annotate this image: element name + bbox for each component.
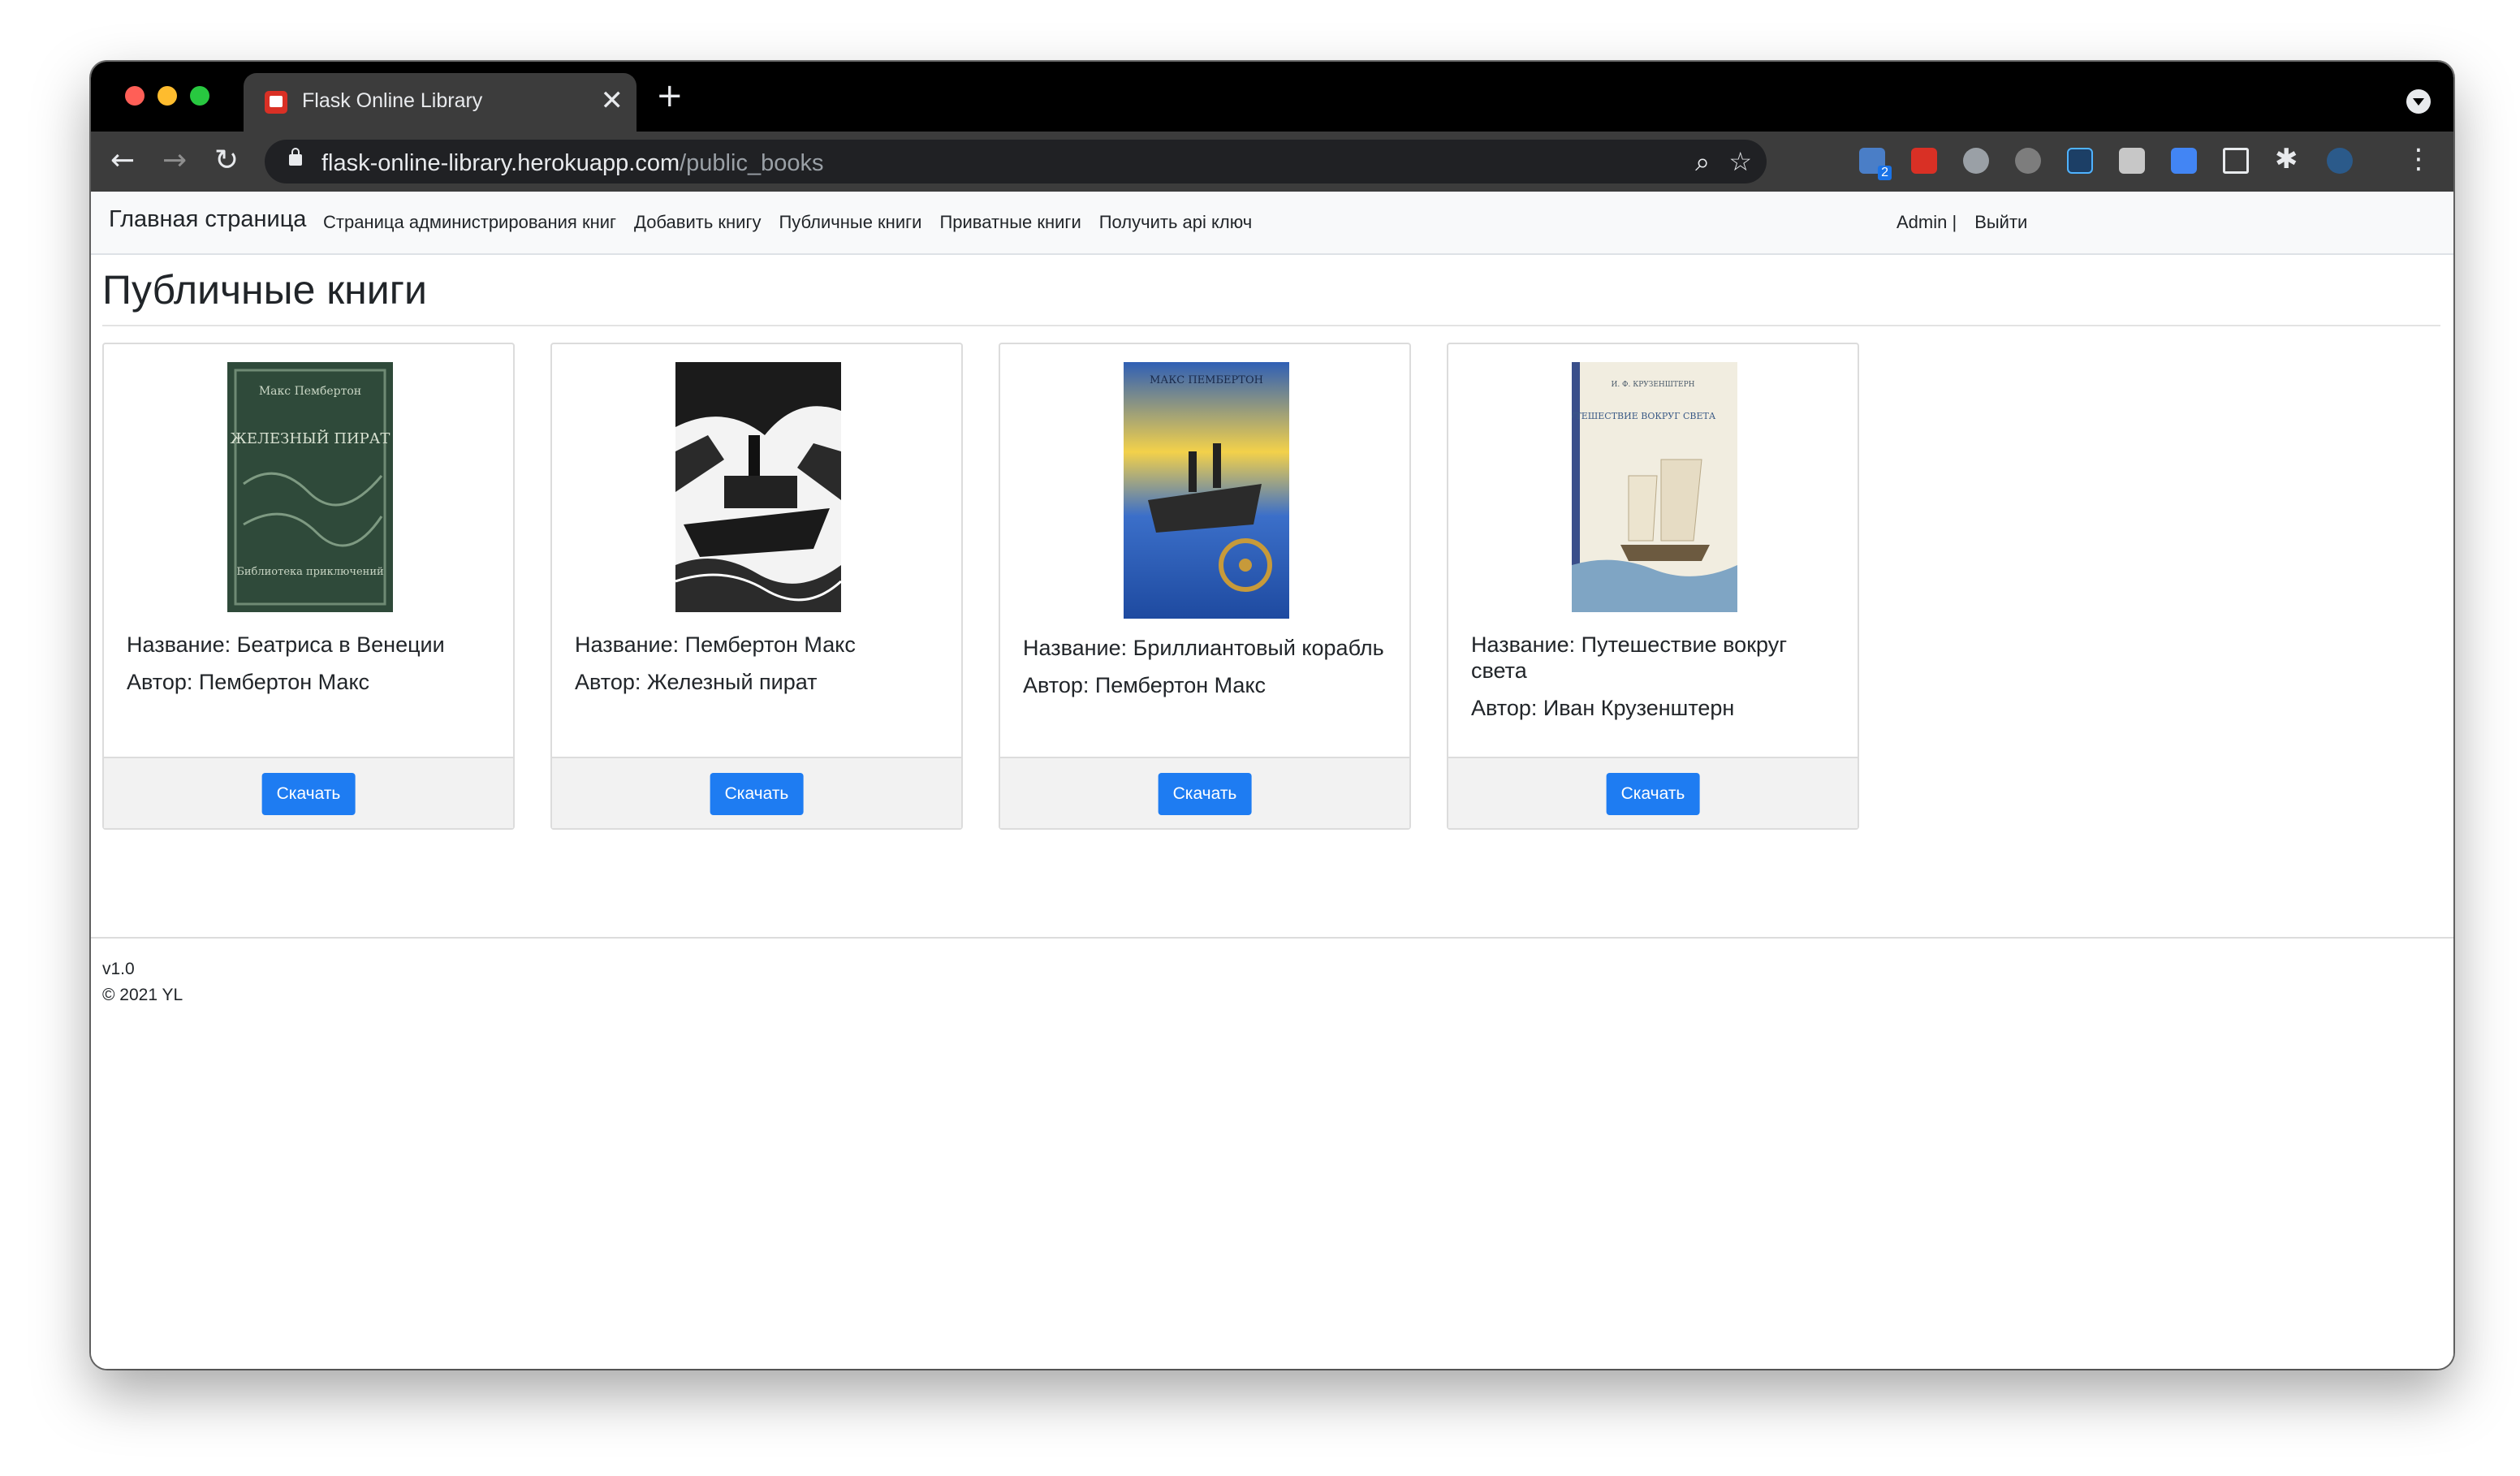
book-title: Название: Бриллиантовый корабль (1023, 636, 1384, 660)
logout-link[interactable]: Выйти (1974, 212, 2027, 233)
url-host: flask-online-library.herokuapp.com (321, 150, 680, 176)
tab-search-icon[interactable] (2406, 89, 2431, 114)
browser-tab[interactable]: Flask Online Library ✕ (244, 73, 636, 132)
window-extension-icon[interactable] (2223, 148, 2249, 174)
cover-main-text: ПУТЕШЕСТВИЕ ВОКРУГ СВЕТА (1572, 411, 1716, 421)
nav-link-api-key[interactable]: Получить api ключ (1099, 212, 1252, 233)
new-tab-button[interactable]: + (656, 80, 684, 112)
kebab-icon[interactable]: ⋮ (2405, 143, 2432, 175)
tab-close-icon[interactable]: ✕ (601, 86, 624, 115)
card-footer: Скачать (552, 757, 961, 828)
book-cover-image: И. Ф. КРУЗЕНШТЕРН ПУТЕШЕСТВИЕ ВОКРУГ СВЕ… (1572, 362, 1737, 612)
cover-bottom-text: Библиотека приключений (236, 566, 383, 578)
cover-art-green: Макс Пембертон ЖЕЛЕЗНЫЙ ПИРАТ Библиотека… (227, 362, 393, 612)
nav-links: Страница администрирования книг Добавить… (323, 212, 1252, 233)
download-button[interactable]: Скачать (1606, 773, 1700, 815)
mail-badge: 2 (1878, 166, 1892, 180)
cover-top-text: Макс Пембертон (259, 385, 361, 398)
book-card: Название: Пембертон Макс Автор: Железный… (550, 343, 963, 830)
book-author: Автор: Пембертон Макс (127, 670, 370, 694)
card-body: Название: Беатриса в Венеции Автор: Пемб… (127, 632, 500, 706)
puzzle-icon[interactable]: ✱ (2275, 143, 2298, 175)
cover-art-engraving (675, 362, 841, 612)
card-footer: Скачать (1000, 757, 1409, 828)
url-path: /public_books (680, 150, 824, 176)
tray-extension-icon[interactable] (2119, 148, 2145, 174)
book-title: Название: Пембертон Макс (575, 632, 856, 657)
lock-icon[interactable] (289, 148, 302, 166)
page-footer: v1.0 © 2021 YL (102, 956, 183, 1008)
page-title: Публичные книги (102, 267, 427, 313)
book-author: Автор: Пембертон Макс (1023, 673, 1266, 697)
address-bar[interactable]: flask-online-library.herokuapp.com/publi… (265, 140, 1767, 183)
face-extension-icon[interactable] (2015, 148, 2041, 174)
site-navbar: Главная страница Страница администрирова… (91, 192, 2453, 255)
brand-link[interactable]: Главная страница (109, 206, 306, 233)
nav-link-admin-books[interactable]: Страница администрирования книг (323, 212, 616, 233)
download-button[interactable]: Скачать (1158, 773, 1252, 815)
title-divider (102, 325, 2440, 326)
cover-art-ship: МАКС ПЕМБЕРТОН (1124, 362, 1289, 619)
browser-toolbar: ← → ↻ flask-online-library.herokuapp.com… (91, 132, 2453, 192)
search-icon[interactable]: ⌕ (1695, 147, 1710, 176)
mail-extension-icon[interactable]: 2 (1859, 148, 1892, 180)
copyright-label: © 2021 YL (102, 986, 183, 1004)
translate-extension-icon[interactable] (2171, 148, 2197, 174)
book-author: Автор: Иван Крузенштерн (1471, 696, 1735, 720)
book-author: Автор: Железный пират (575, 670, 818, 694)
book-title: Название: Путешествие вокруг света (1471, 632, 1788, 683)
nav-link-private-books[interactable]: Приватные книги (939, 212, 1081, 233)
card-body: Название: Бриллиантовый корабль Автор: П… (1023, 635, 1396, 710)
book-card: И. Ф. КРУЗЕНШТЕРН ПУТЕШЕСТВИЕ ВОКРУГ СВЕ… (1447, 343, 1859, 830)
star-icon[interactable]: ☆ (1728, 147, 1752, 176)
user-area: Admin | Выйти (1896, 212, 2027, 233)
cover-main-text: ЖЕЛЕЗНЫЙ ПИРАТ (231, 429, 391, 447)
footer-divider (91, 937, 2453, 939)
card-footer: Скачать (1448, 757, 1858, 828)
card-body: Название: Путешествие вокруг света Автор… (1471, 632, 1845, 732)
book-cover-image: Макс Пембертон ЖЕЛЕЗНЫЙ ПИРАТ Библиотека… (227, 362, 393, 612)
forward-icon[interactable]: → (162, 145, 187, 177)
book-card: Макс Пембертон ЖЕЛЕЗНЫЙ ПИРАТ Библиотека… (102, 343, 515, 830)
cover-top-text: МАКС ПЕМБЕРТОН (1150, 374, 1263, 386)
book-cover-image (675, 362, 841, 612)
book-cover-image: МАКС ПЕМБЕРТОН (1124, 362, 1289, 619)
tab-strip: Flask Online Library ✕ + (91, 62, 2453, 132)
gmail-extension-icon[interactable] (1911, 148, 1937, 174)
window-maximize-button[interactable] (190, 86, 209, 106)
card-footer: Скачать (104, 757, 513, 828)
globe-extension-icon[interactable] (1963, 148, 1989, 174)
cover-art-sailship: И. Ф. КРУЗЕНШТЕРН ПУТЕШЕСТВИЕ ВОКРУГ СВЕ… (1572, 362, 1737, 612)
url-text[interactable]: flask-online-library.herokuapp.com/publi… (321, 150, 823, 177)
tab-title: Flask Online Library (302, 89, 483, 112)
username-label: Admin | (1896, 212, 1957, 232)
favicon-icon (265, 91, 287, 114)
reload-icon[interactable]: ↻ (214, 145, 239, 177)
profile-avatar-icon[interactable] (2327, 148, 2353, 174)
window-minimize-button[interactable] (158, 86, 177, 106)
card-body: Название: Пембертон Макс Автор: Железный… (575, 632, 948, 706)
book-title: Название: Беатриса в Венеции (127, 632, 445, 657)
nav-link-add-book[interactable]: Добавить книгу (634, 212, 761, 233)
sih-extension-icon[interactable] (2067, 148, 2093, 174)
book-card: МАКС ПЕМБЕРТОН Название: Бриллиантовый к… (999, 343, 1411, 830)
nav-link-public-books[interactable]: Публичные книги (779, 212, 921, 233)
back-icon[interactable]: ← (110, 145, 135, 177)
download-button[interactable]: Скачать (261, 773, 356, 815)
window-close-button[interactable] (125, 86, 145, 106)
cover-top-text: И. Ф. КРУЗЕНШТЕРН (1611, 381, 1694, 389)
version-label: v1.0 (102, 960, 135, 978)
web-page: Главная страница Страница администрирова… (91, 192, 2453, 1369)
browser-window: Flask Online Library ✕ + ← → ↻ flask-onl… (91, 62, 2453, 1369)
download-button[interactable]: Скачать (710, 773, 804, 815)
